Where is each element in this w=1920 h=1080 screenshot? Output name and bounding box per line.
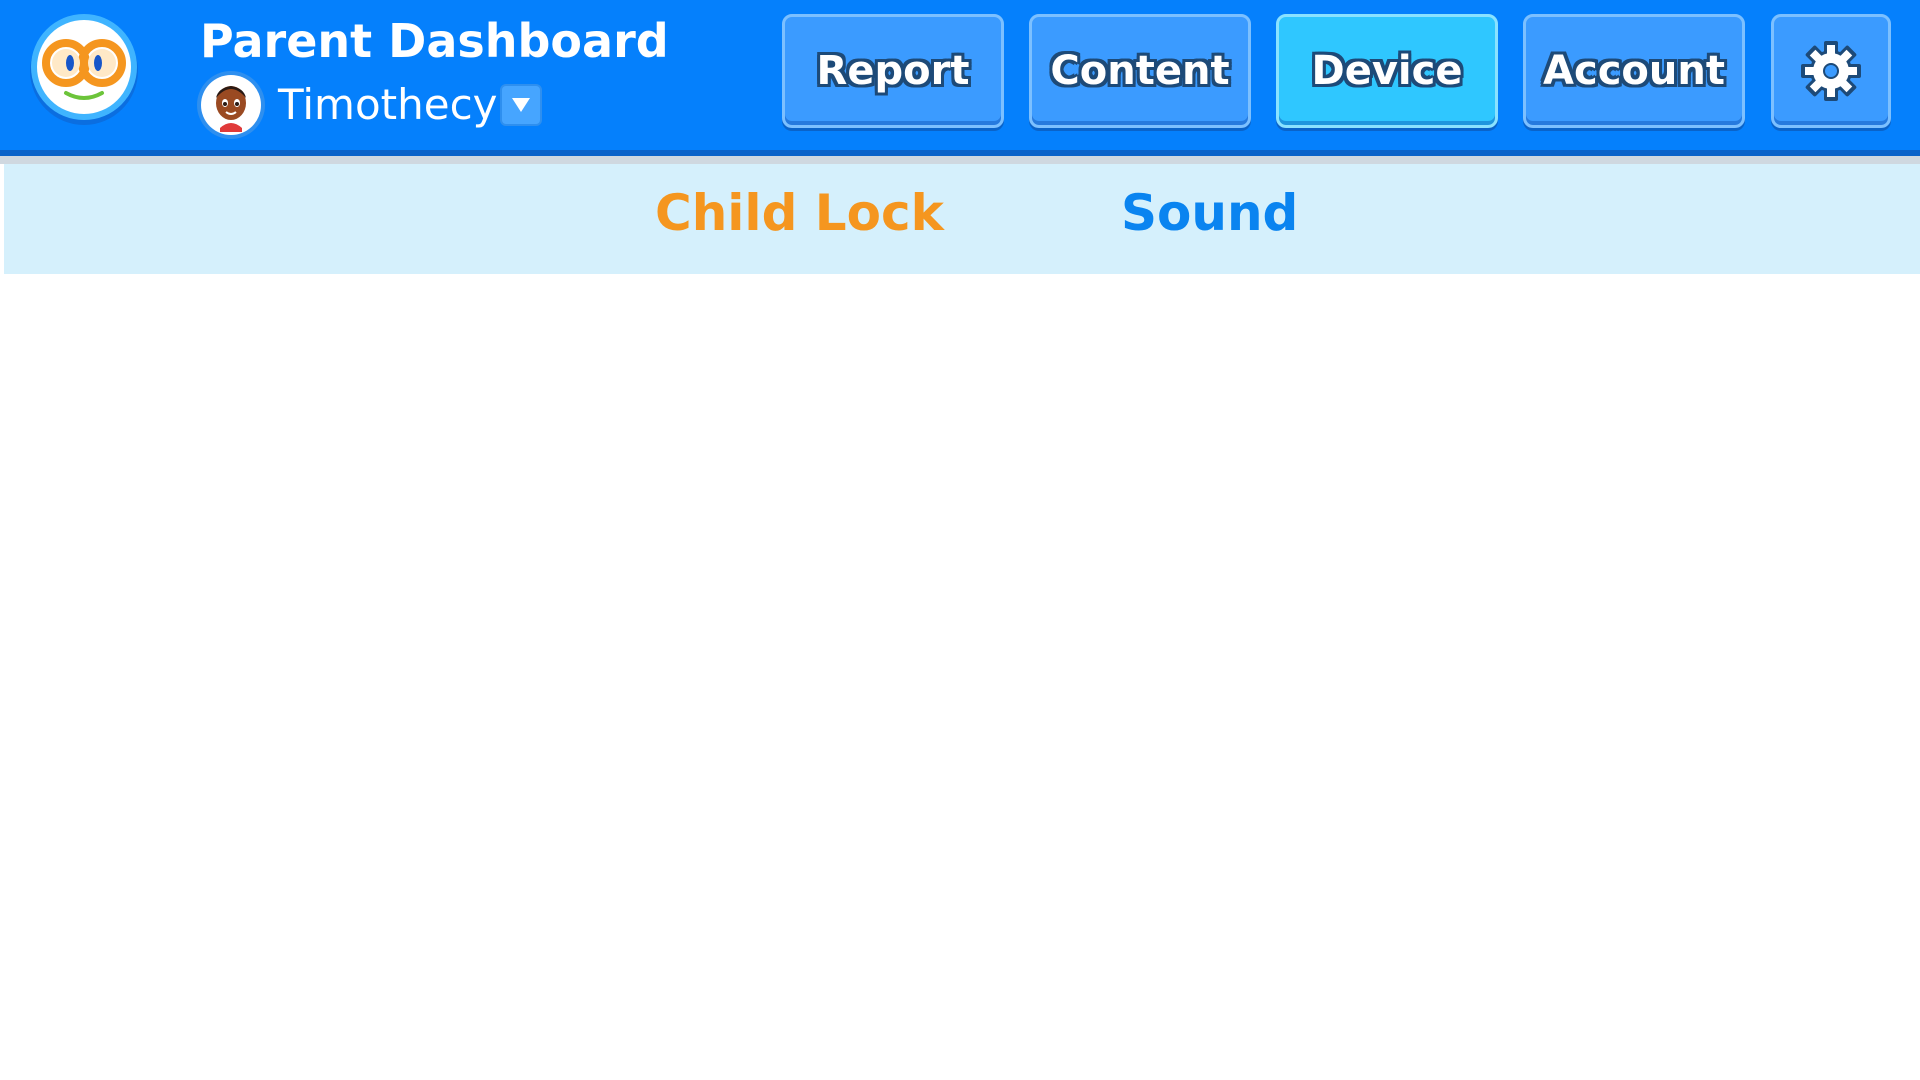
device-subnav: Child Lock Sound: [4, 164, 1920, 274]
top-header-bar: Parent Dashboard Timothecy Report Conten…: [0, 0, 1920, 150]
owl-logo-icon: [30, 14, 138, 125]
subtab-child-lock[interactable]: Child Lock: [655, 184, 944, 242]
subtab-sound[interactable]: Sound: [1121, 184, 1298, 242]
triangle-down-icon: [512, 98, 530, 112]
main-content-area: [0, 274, 1920, 1080]
nav-device-button[interactable]: Device: [1276, 14, 1498, 128]
header-shadow: [0, 156, 1920, 164]
nav-content-button[interactable]: Content: [1029, 14, 1251, 128]
settings-button[interactable]: [1771, 14, 1891, 128]
child-avatar-icon: [197, 71, 265, 139]
nav-account-button[interactable]: Account: [1523, 14, 1745, 128]
child-name: Timothecy: [278, 80, 498, 129]
page-title: Parent Dashboard: [200, 14, 669, 68]
gear-icon: [1801, 41, 1861, 101]
child-dropdown-button[interactable]: [500, 84, 542, 126]
nav-report-button[interactable]: Report: [782, 14, 1004, 128]
